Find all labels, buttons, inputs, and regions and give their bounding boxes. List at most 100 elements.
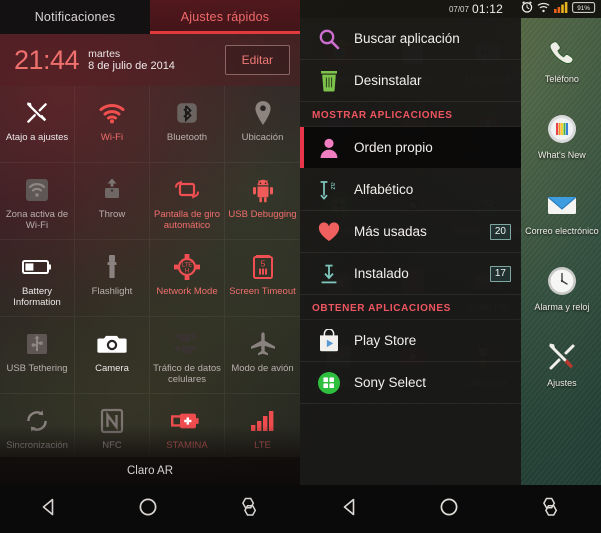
menu-item-desinstalar[interactable]: Desinstalar	[300, 60, 521, 102]
hotspot-icon	[24, 173, 50, 207]
edit-button[interactable]: Editar	[224, 45, 290, 75]
tile-flashlight[interactable]: Flashlight	[75, 240, 150, 317]
play-store-icon	[312, 328, 346, 353]
tile-label: Network Mode	[156, 286, 218, 297]
tab-ajustes-rapidos-label: Ajustes rápidos	[180, 10, 270, 24]
menu-item-orden-propio[interactable]: Orden propio	[300, 127, 521, 169]
home-button[interactable]	[137, 496, 159, 523]
stamina-battery-icon	[171, 404, 203, 438]
drawer-menu: Buscar aplicación Desinstalar MOSTRAR AP…	[300, 18, 521, 485]
app-label: Correo electrónico	[525, 226, 599, 236]
tile-label: Camera	[95, 363, 129, 374]
menu-item-play-store[interactable]: Play Store	[300, 320, 521, 362]
battery-icon	[22, 250, 52, 284]
menu-item-mas-usadas[interactable]: Más usadas 20	[300, 211, 521, 253]
tile-usb-debugging[interactable]: USB Debugging	[225, 163, 300, 240]
app-ajustes[interactable]: Ajustes	[525, 332, 599, 408]
menu-item-buscar-aplicacion[interactable]: Buscar aplicación	[300, 18, 521, 60]
signal-bars-icon	[249, 404, 277, 438]
menu-item-sony-select[interactable]: Sony Select	[300, 362, 521, 404]
network-mode-icon: LTE H	[173, 250, 201, 284]
tools-icon	[545, 340, 579, 374]
carrier-label: Claro AR	[0, 457, 300, 485]
tile-label: Atajo a ajustes	[5, 132, 69, 143]
battery-icon: 91%	[572, 0, 596, 18]
screenshot-root: Notificaciones Ajustes rápidos 21:44 mar…	[0, 0, 601, 533]
svg-text:H: H	[185, 269, 189, 275]
app-whats-new[interactable]: What's New	[525, 104, 599, 180]
tile-battery-information[interactable]: Battery Information	[0, 240, 75, 317]
tile-usb-tethering[interactable]: USB Tethering	[0, 317, 75, 394]
wifi-icon	[98, 96, 126, 130]
tile-label: USB Debugging	[228, 209, 297, 220]
app-telefono[interactable]: Teléfono	[525, 28, 599, 104]
app-label: What's New	[538, 150, 586, 160]
tile-label: Throw	[98, 209, 126, 220]
status-bar: 07/07 01:12 91%	[300, 0, 601, 18]
search-icon	[312, 28, 346, 50]
tab-ajustes-rapidos[interactable]: Ajustes rápidos	[150, 0, 300, 34]
menu-item-instalado[interactable]: Instalado 17	[300, 253, 521, 295]
menu-item-label: Instalado	[354, 266, 409, 281]
nfc-icon	[100, 404, 124, 438]
recents-button[interactable]	[537, 495, 563, 524]
app-alarma-y-reloj[interactable]: Alarma y reloj	[525, 256, 599, 332]
tile-label: Pantalla de giro automático	[153, 209, 221, 231]
notification-tabs: Notificaciones Ajustes rápidos	[0, 0, 300, 34]
flashlight-icon	[104, 250, 120, 284]
tile-atajo-a-ajustes[interactable]: Atajo a ajustes	[0, 86, 75, 163]
tile-ubicacion[interactable]: Ubicación	[225, 86, 300, 163]
status-time: 01:12	[471, 2, 503, 16]
email-icon	[545, 188, 579, 222]
navigation-bar-right	[300, 485, 601, 533]
tile-wifi[interactable]: Wi-Fi	[75, 86, 150, 163]
tile-label: Zona activa de Wi-Fi	[5, 209, 69, 231]
menu-item-label: Sony Select	[354, 375, 427, 390]
download-icon	[312, 263, 346, 285]
menu-item-label: Orden propio	[354, 140, 433, 155]
sort-alpha-icon: az	[312, 179, 346, 201]
menu-item-label: Play Store	[354, 333, 417, 348]
tile-modo-avion[interactable]: Modo de avión	[225, 317, 300, 394]
tile-label: Battery Information	[13, 286, 61, 308]
trash-icon	[312, 70, 346, 92]
tile-label: Sincronización	[6, 440, 68, 451]
back-button[interactable]	[38, 496, 60, 523]
usb-icon	[24, 327, 50, 361]
tile-label: USB Tethering	[6, 363, 68, 374]
tools-icon	[24, 96, 50, 130]
section-header-obtener-aplicaciones: OBTENER APLICACIONES	[300, 295, 521, 320]
whats-new-icon	[545, 112, 579, 146]
app-label: Ajustes	[547, 378, 577, 388]
tile-bluetooth[interactable]: Bluetooth	[150, 86, 225, 163]
heart-icon	[312, 221, 346, 242]
tile-throw[interactable]: Throw	[75, 163, 150, 240]
menu-item-label: Alfabético	[354, 182, 414, 197]
location-pin-icon	[252, 96, 274, 130]
menu-item-alfabetico[interactable]: az Alfabético	[300, 169, 521, 211]
tile-pantalla-giro-automatico[interactable]: Pantalla de giro automático	[150, 163, 225, 240]
clock-weekday: martes	[88, 47, 121, 60]
quick-settings-grid: Atajo a ajustes Wi-Fi Bluetooth Ubicació…	[0, 86, 300, 471]
tile-zona-activa-wifi[interactable]: Zona activa de Wi-Fi	[0, 163, 75, 240]
menu-item-label: Buscar aplicación	[354, 31, 460, 46]
recents-button[interactable]	[236, 495, 262, 524]
home-button[interactable]	[438, 496, 460, 523]
tab-notificaciones-label: Notificaciones	[34, 10, 116, 24]
tile-label: Ubicación	[241, 132, 284, 143]
tile-trafico-datos-celulares[interactable]: Tráfico de datos celulares	[150, 317, 225, 394]
tile-screen-timeout[interactable]: 5 Screen Timeout	[225, 240, 300, 317]
tab-notificaciones[interactable]: Notificaciones	[0, 0, 150, 34]
tile-camera[interactable]: Camera	[75, 317, 150, 394]
back-button[interactable]	[339, 496, 361, 523]
app-correo-electronico[interactable]: Correo electrónico	[525, 180, 599, 256]
clock-time: 21:44	[14, 44, 80, 75]
signal-bars-icon	[554, 0, 568, 18]
tile-network-mode[interactable]: LTE H Network Mode	[150, 240, 225, 317]
camera-icon	[97, 327, 127, 361]
clock-row: 21:44 martes 8 de julio de 2014 Editar	[0, 34, 300, 86]
phone-icon	[545, 36, 579, 70]
data-traffic-icon	[173, 327, 201, 361]
menu-item-badge: 20	[489, 223, 511, 240]
tile-label: Bluetooth	[166, 132, 208, 143]
